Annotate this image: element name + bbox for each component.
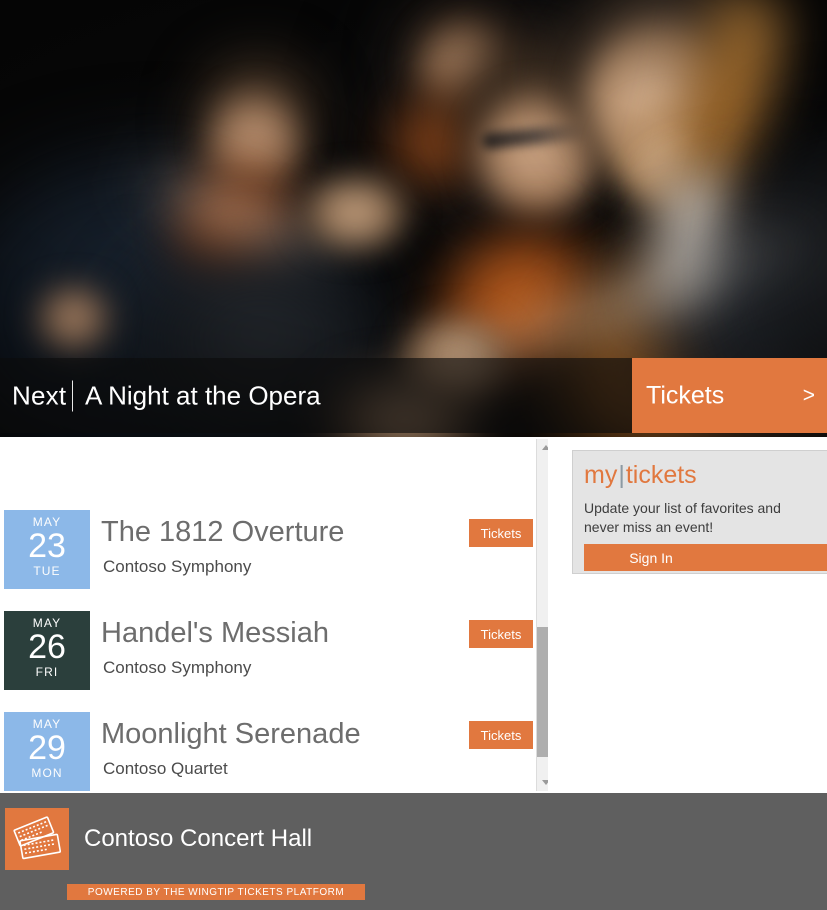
date-weekday: FRI — [35, 665, 59, 679]
page-root: Next A Night at the Opera Tickets > SAT — [0, 0, 827, 910]
scroll-down-button[interactable] — [537, 774, 548, 791]
date-badge: MAY 23 TUE — [4, 510, 90, 589]
date-weekday: MON — [31, 766, 63, 780]
event-row[interactable]: MAY 26 FRI Handel's Messiah Contoso Symp… — [0, 611, 535, 712]
date-badge: MAY 26 FRI — [4, 611, 90, 690]
sign-in-button[interactable]: Sign In — [584, 544, 827, 571]
event-performer: Contoso Symphony — [103, 557, 252, 576]
hero-tickets-button[interactable]: Tickets > — [632, 358, 827, 433]
date-day: 23 — [28, 527, 66, 565]
my-tickets-logo-part1: my — [584, 461, 618, 489]
my-tickets-logo: my|tickets — [584, 461, 697, 490]
event-tickets-button[interactable]: Tickets — [469, 519, 533, 547]
date-weekday: TUE — [33, 564, 61, 578]
scroll-up-button[interactable] — [537, 439, 548, 456]
my-tickets-logo-part2: tickets — [625, 461, 697, 489]
my-tickets-description: Update your list of favorites and never … — [584, 500, 781, 535]
event-performer: Contoso Quartet — [103, 759, 228, 778]
venue-name: Contoso Concert Hall — [84, 825, 313, 852]
event-title: Moonlight Serenade — [101, 718, 361, 750]
chevron-up-icon — [541, 445, 548, 450]
event-title: Handel's Messiah — [101, 617, 329, 649]
next-label: Next — [12, 380, 67, 410]
sign-in-label: Sign In — [629, 549, 673, 566]
event-title: The 1812 Overture — [101, 516, 345, 548]
chevron-down-icon — [541, 780, 548, 785]
hero-tickets-label: Tickets — [646, 381, 725, 409]
event-row[interactable]: MAY 29 MON Moonlight Serenade Contoso Qu… — [0, 712, 535, 793]
event-performer: Contoso Symphony — [103, 658, 252, 677]
scrollbar-thumb[interactable] — [537, 627, 548, 757]
my-tickets-logo-separator: | — [618, 461, 625, 489]
events-scrollbar[interactable] — [536, 439, 548, 791]
my-tickets-panel: my|tickets Update your list of favorites… — [572, 450, 827, 574]
chevron-right-icon: > — [802, 383, 815, 407]
hero-banner: Next A Night at the Opera Tickets > — [0, 0, 827, 437]
event-row[interactable]: MAY 23 TUE The 1812 Overture Contoso Sym… — [0, 510, 535, 611]
events-list: SAT MAY 23 TUE The 1812 Overture Contoso… — [0, 437, 535, 793]
next-separator — [72, 380, 73, 411]
powered-by-badge[interactable]: POWERED BY THE WINGTIP TICKETS PLATFORM — [67, 884, 365, 900]
date-day: 26 — [28, 628, 66, 666]
date-day: 29 — [28, 729, 66, 767]
event-row-partial[interactable]: SAT — [0, 437, 535, 510]
events-list-viewport: SAT MAY 23 TUE The 1812 Overture Contoso… — [0, 437, 548, 793]
event-tickets-button[interactable]: Tickets — [469, 620, 533, 648]
date-badge: MAY 29 MON — [4, 712, 90, 791]
next-event-title: A Night at the Opera — [85, 380, 321, 410]
tickets-pair-icon — [5, 808, 69, 870]
event-tickets-button[interactable]: Tickets — [469, 721, 533, 749]
